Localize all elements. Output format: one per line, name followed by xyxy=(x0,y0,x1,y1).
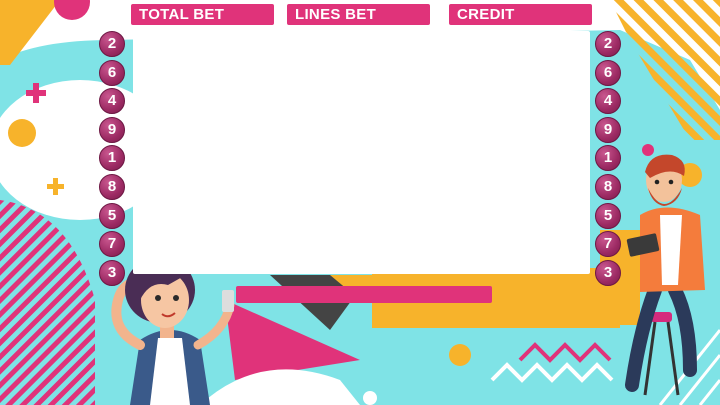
message-bar xyxy=(236,286,492,303)
payline-badge[interactable]: 1 xyxy=(99,145,125,172)
reels-panel[interactable] xyxy=(133,31,590,274)
payline-badge[interactable]: 5 xyxy=(99,202,125,229)
credit-label: CREDIT xyxy=(449,4,592,25)
payline-badge[interactable]: 7 xyxy=(99,231,125,258)
payline-badge[interactable]: 1 xyxy=(595,145,621,172)
payline-badge[interactable]: 2 xyxy=(99,31,125,57)
payline-badge[interactable]: 9 xyxy=(99,116,125,143)
total-bet-label: TOTAL BET xyxy=(131,4,274,25)
payline-badge[interactable]: 6 xyxy=(595,59,621,86)
payline-badge[interactable]: 8 xyxy=(99,173,125,200)
yellow-dot-decor xyxy=(8,119,36,147)
payline-badge[interactable]: 6 xyxy=(99,59,125,86)
payline-badge[interactable]: 3 xyxy=(595,259,621,286)
lines-bet-label: LINES BET xyxy=(287,4,430,25)
payline-badge[interactable]: 7 xyxy=(595,231,621,258)
payline-column-right: 2 6 4 9 1 8 5 7 3 xyxy=(595,31,621,288)
payline-badge[interactable]: 4 xyxy=(595,88,621,115)
payline-badge[interactable]: 9 xyxy=(595,116,621,143)
payline-badge[interactable]: 8 xyxy=(595,173,621,200)
payline-badge[interactable]: 2 xyxy=(595,31,621,57)
payline-column-left: 2 6 4 9 1 8 5 7 3 xyxy=(99,31,125,288)
payline-badge[interactable]: 5 xyxy=(595,202,621,229)
payline-badge[interactable]: 4 xyxy=(99,88,125,115)
payline-badge[interactable]: 3 xyxy=(99,259,125,286)
